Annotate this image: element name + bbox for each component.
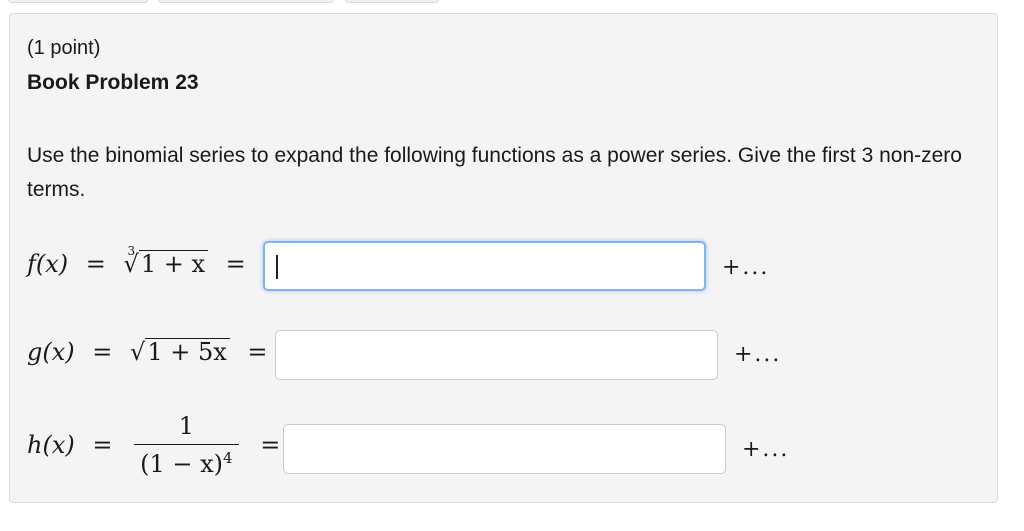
function-g-expression: g(x) = √1 + 5x =	[27, 338, 278, 366]
function-f-name: f(x)	[27, 250, 69, 278]
top-tab[interactable]	[158, 0, 334, 3]
function-h-name: h(x)	[27, 431, 75, 459]
equals-sign: =	[225, 250, 246, 278]
series-continuation: +...	[722, 255, 770, 280]
problem-points: (1 point)	[27, 37, 101, 59]
equals-sign: =	[92, 338, 113, 366]
radical-index: 3	[127, 244, 136, 258]
square-root: √1 + 5x	[130, 338, 230, 366]
equals-sign: =	[92, 431, 113, 459]
answer-input-f[interactable]	[263, 241, 706, 291]
series-continuation: +...	[734, 342, 782, 367]
denominator-exponent: 4	[223, 449, 233, 467]
problem-panel: (1 point) Book Problem 23 Use the binomi…	[9, 13, 998, 503]
fraction-denominator: (1 − x)4	[134, 445, 238, 478]
denominator-base: (1 − x)	[140, 450, 224, 478]
radicand: 1 + x	[138, 250, 209, 277]
answer-input-g[interactable]	[275, 330, 718, 380]
equals-sign: =	[260, 431, 281, 459]
function-g-name: g(x)	[27, 338, 75, 366]
fraction: 1 (1 − x)4	[134, 412, 239, 478]
radicand: 1 + 5x	[145, 338, 230, 365]
top-tab[interactable]	[8, 0, 148, 3]
fraction-numerator: 1	[134, 412, 239, 445]
equals-sign: =	[85, 250, 106, 278]
problem-title: Book Problem 23	[27, 71, 199, 94]
function-f-expression: f(x) = 3 √1 + x =	[27, 244, 256, 278]
top-tab[interactable]	[345, 0, 439, 3]
series-continuation: +...	[742, 437, 790, 462]
text-caret	[276, 255, 278, 279]
problem-instructions: Use the binomial series to expand the fo…	[27, 144, 962, 201]
equals-sign: =	[247, 338, 268, 366]
answer-input-h[interactable]	[283, 424, 726, 474]
function-h-expression: h(x) = 1 (1 − x)4 =	[27, 412, 290, 478]
cube-root: 3 √1 + x	[124, 244, 209, 278]
radical-sign: √	[130, 338, 146, 366]
